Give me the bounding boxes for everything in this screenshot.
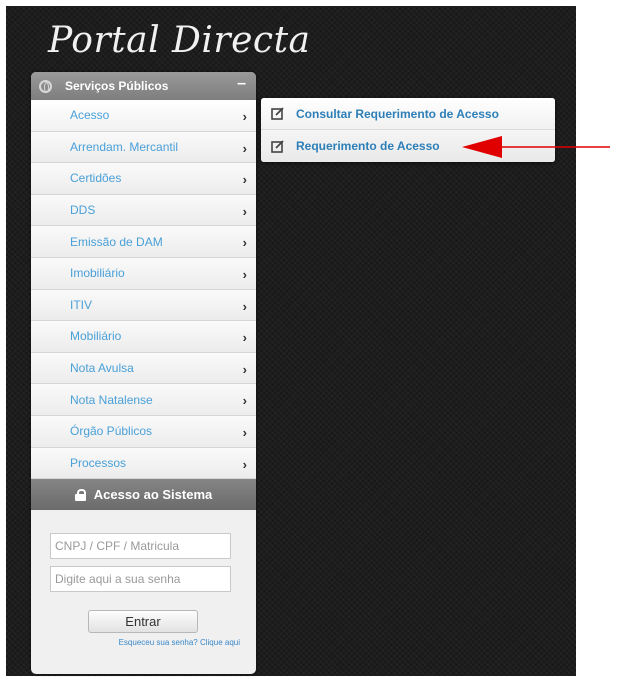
chevron-right-icon: › bbox=[242, 393, 247, 409]
chevron-right-icon: › bbox=[242, 424, 247, 440]
portal-screen: Portal Directa Serviços Públicos – Acess… bbox=[6, 6, 576, 676]
sidebar: Serviços Públicos – Acesso › Arrendam. M… bbox=[31, 72, 256, 674]
menu-item-label: Nota Natalense bbox=[70, 392, 153, 407]
menu-item-label: Imobiliário bbox=[70, 266, 125, 281]
menu-item-label: Acesso bbox=[70, 108, 110, 123]
menu-item-emissao-dam[interactable]: Emissão de DAM › bbox=[31, 226, 256, 258]
password-input[interactable] bbox=[50, 566, 231, 593]
submenu-item-consultar-requerimento[interactable]: Consultar Requerimento de Acesso bbox=[261, 98, 555, 130]
chevron-right-icon: › bbox=[242, 266, 247, 282]
menu-item-label: Arrendam. Mercantil bbox=[70, 139, 179, 154]
system-access-title: Acesso ao Sistema bbox=[93, 487, 213, 503]
menu-item-arrendam-mercantil[interactable]: Arrendam. Mercantil › bbox=[31, 131, 256, 164]
menu-item-acesso[interactable]: Acesso › bbox=[31, 100, 256, 132]
menu-item-imobiliario[interactable]: Imobiliário › bbox=[31, 257, 256, 290]
chevron-right-icon: › bbox=[242, 361, 247, 377]
menu-item-nota-avulsa[interactable]: Nota Avulsa › bbox=[31, 352, 256, 385]
menu-item-dds[interactable]: DDS › bbox=[31, 194, 256, 227]
section-header-servicos[interactable]: Serviços Públicos – bbox=[31, 72, 256, 100]
menu-item-label: ITIV bbox=[70, 297, 93, 312]
submenu-item-label: Consultar Requerimento de Acesso bbox=[296, 106, 499, 121]
menu-item-itiv[interactable]: ITIV › bbox=[31, 289, 256, 322]
chevron-right-icon: › bbox=[242, 235, 247, 251]
submenu-item-label: Requerimento de Acesso bbox=[296, 139, 440, 153]
forgot-password-link[interactable]: Esqueceu sua senha? Clique aqui bbox=[119, 638, 240, 647]
menu-item-label: Órgão Públicos bbox=[70, 424, 153, 439]
collapse-toggle[interactable]: – bbox=[237, 75, 246, 93]
annotation-arrow-icon bbox=[462, 136, 610, 158]
globe-icon bbox=[39, 79, 52, 93]
menu-item-certidoes[interactable]: Certidões › bbox=[31, 163, 256, 195]
menu-item-label: Nota Avulsa bbox=[70, 361, 134, 376]
menu-item-mobiliario[interactable]: Mobiliário › bbox=[31, 321, 256, 353]
lock-icon bbox=[74, 488, 86, 501]
edit-icon bbox=[271, 139, 284, 153]
chevron-right-icon: › bbox=[242, 109, 247, 124]
chevron-right-icon: › bbox=[242, 298, 247, 314]
chevron-right-icon: › bbox=[242, 203, 247, 219]
menu-item-label: Processos bbox=[70, 455, 127, 470]
chevron-right-icon: › bbox=[242, 140, 247, 156]
menu-item-label: Mobiliário bbox=[70, 329, 122, 344]
system-access-header: Acesso ao Sistema bbox=[31, 479, 256, 511]
section-title: Serviços Públicos bbox=[65, 79, 169, 93]
menu-item-label: Emissão de DAM bbox=[70, 234, 163, 249]
login-button[interactable]: Entrar bbox=[88, 610, 198, 634]
portal-logo: Portal Directa bbox=[48, 20, 311, 61]
edit-icon bbox=[271, 107, 284, 120]
chevron-right-icon: › bbox=[242, 456, 247, 472]
menu-item-label: Certidões bbox=[70, 171, 122, 186]
menu-item-nota-natalense[interactable]: Nota Natalense › bbox=[31, 384, 256, 416]
chevron-right-icon: › bbox=[242, 330, 247, 346]
user-id-input[interactable] bbox=[50, 533, 231, 560]
menu-item-label: DDS bbox=[70, 203, 96, 218]
menu-item-processos[interactable]: Processos › bbox=[31, 447, 256, 480]
login-form: Entrar Esqueceu sua senha? Clique aqui bbox=[31, 510, 256, 650]
menu-item-orgao-publicos[interactable]: Órgão Públicos › bbox=[31, 415, 256, 448]
chevron-right-icon: › bbox=[242, 172, 247, 188]
